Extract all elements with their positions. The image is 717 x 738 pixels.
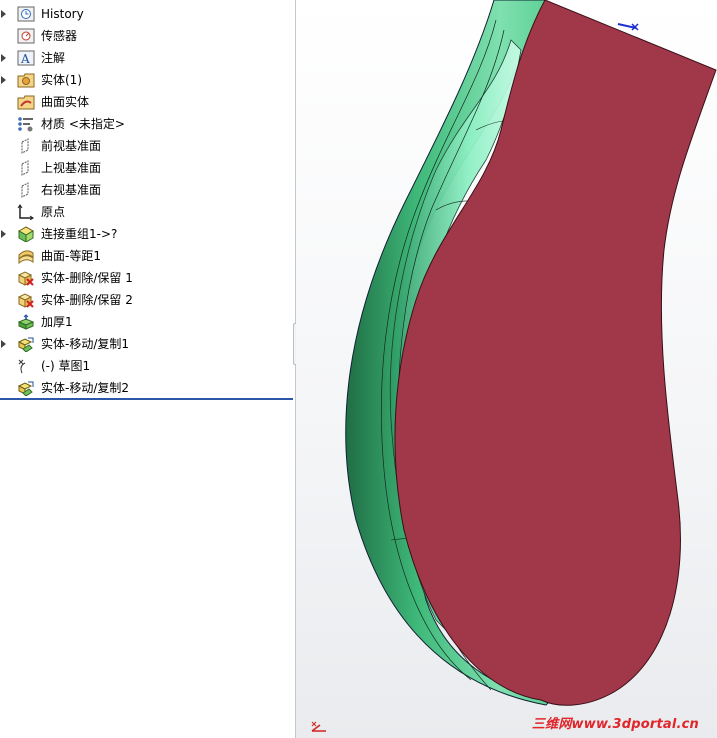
tree-item-annotations[interactable]: A 注解: [0, 47, 295, 69]
annotation-icon: A: [17, 50, 35, 66]
sensor-icon: [17, 28, 35, 44]
knit-icon: [17, 226, 35, 242]
tree-item-label: 实体-删除/保留 2: [41, 293, 133, 307]
plane-icon: [17, 182, 35, 198]
tree-item-label: 材质 <未指定>: [41, 117, 125, 131]
expand-arrow-icon[interactable]: [1, 10, 6, 18]
tree-item-delete-body-1[interactable]: 实体-删除/保留 1: [0, 267, 295, 289]
axis-marker-icon: [617, 23, 639, 31]
rollback-bar[interactable]: [0, 398, 293, 400]
tree-item-label: 加厚1: [41, 315, 73, 329]
plane-icon: [17, 160, 35, 176]
expand-arrow-icon[interactable]: [1, 340, 6, 348]
tree-item-label: 曲面实体: [41, 95, 90, 109]
tree-item-move-copy-2[interactable]: 实体-移动/复制2: [0, 377, 295, 399]
offset-surface-icon: [17, 248, 35, 264]
tree-item-label: 前视基准面: [41, 139, 102, 153]
tree-item-move-copy-1[interactable]: 实体-移动/复制1: [0, 333, 295, 355]
tree-item-label: History: [41, 7, 84, 21]
tree-item-offset-surface[interactable]: 曲面-等距1: [0, 245, 295, 267]
tree-item-label: 原点: [41, 205, 66, 219]
tree-item-sensors[interactable]: 传感器: [0, 25, 295, 47]
delete-body-icon: [17, 270, 35, 286]
move-copy-icon: [17, 380, 35, 396]
coordinate-triad-icon: [310, 719, 332, 736]
delete-body-icon: [17, 292, 35, 308]
history-icon: [17, 6, 35, 22]
tree-item-label: 传感器: [41, 29, 78, 43]
svg-text:A: A: [20, 52, 30, 66]
sketch-icon: [17, 358, 35, 374]
origin-icon: [17, 204, 35, 220]
material-icon: [17, 116, 35, 132]
graphics-viewport[interactable]: 三维网www.3dportal.cn: [296, 0, 717, 738]
solid-bodies-icon: [17, 72, 35, 88]
model-cut-face: [394, 0, 717, 706]
feature-manager-tree: History 传感器 A 注解 实体(1) 曲面实体 材质 <未指定> 前视基…: [0, 0, 296, 738]
tree-item-label: 实体(1): [41, 73, 82, 87]
tree-item-solid-bodies[interactable]: 实体(1): [0, 69, 295, 91]
tree-item-top-plane[interactable]: 上视基准面: [0, 157, 295, 179]
surface-bodies-icon: [17, 94, 35, 110]
thicken-icon: [17, 314, 35, 330]
model-view: [345, 0, 717, 706]
tree-item-label: 实体-移动/复制2: [41, 381, 130, 395]
plane-icon: [17, 138, 35, 154]
tree-item-material[interactable]: 材质 <未指定>: [0, 113, 295, 135]
tree-item-knit[interactable]: 连接重组1->?: [0, 223, 295, 245]
tree-item-label: 上视基准面: [41, 161, 102, 175]
move-copy-icon: [17, 336, 35, 352]
tree-item-right-plane[interactable]: 右视基准面: [0, 179, 295, 201]
watermark-text: 三维网www.3dportal.cn: [531, 717, 699, 732]
tree-item-label: 曲面-等距1: [41, 249, 101, 263]
tree-item-label: 连接重组1->?: [41, 227, 118, 241]
tree-item-label: (-) 草图1: [41, 359, 91, 373]
tree-item-label: 实体-删除/保留 1: [41, 271, 133, 285]
expand-arrow-icon[interactable]: [1, 230, 6, 238]
tree-item-thicken[interactable]: 加厚1: [0, 311, 295, 333]
expand-arrow-icon[interactable]: [1, 76, 6, 84]
expand-arrow-icon[interactable]: [1, 54, 6, 62]
tree-item-label: 实体-移动/复制1: [41, 337, 130, 351]
tree-item-label: 注解: [41, 51, 66, 65]
tree-item-label: 右视基准面: [41, 183, 102, 197]
tree-item-surface-bodies[interactable]: 曲面实体: [0, 91, 295, 113]
tree-item-origin[interactable]: 原点: [0, 201, 295, 223]
tree-item-delete-body-2[interactable]: 实体-删除/保留 2: [0, 289, 295, 311]
tree-item-sketch[interactable]: (-) 草图1: [0, 355, 295, 377]
tree-item-history[interactable]: History: [0, 3, 295, 25]
tree-item-front-plane[interactable]: 前视基准面: [0, 135, 295, 157]
